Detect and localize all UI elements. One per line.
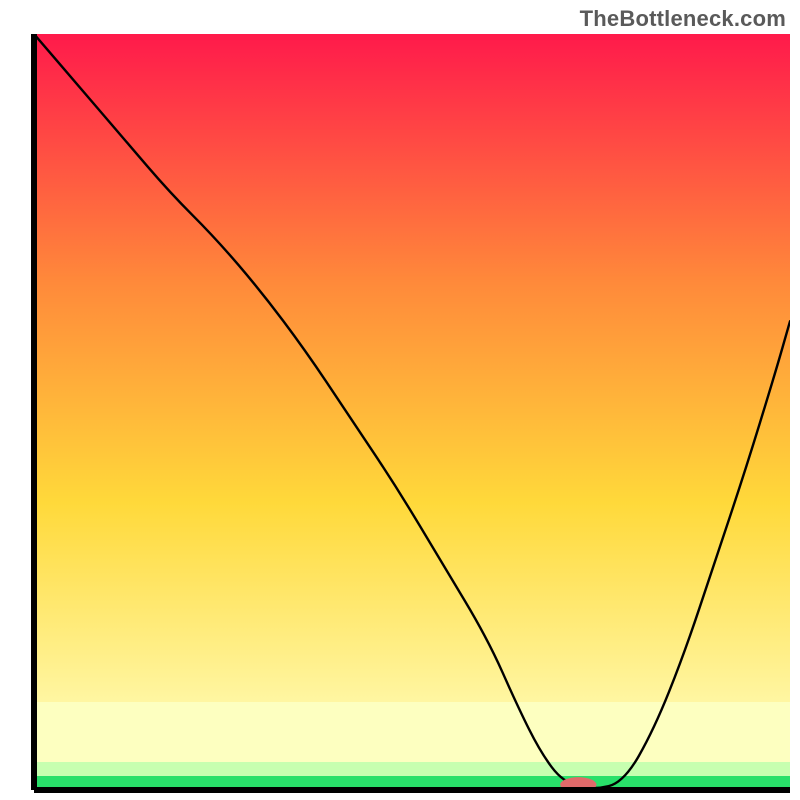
strip-pale <box>34 702 790 762</box>
strip-light-green <box>34 762 790 776</box>
bottleneck-chart <box>0 0 800 800</box>
watermark-text: TheBottleneck.com <box>580 6 786 32</box>
gradient-background <box>34 34 790 790</box>
chart-root: TheBottleneck.com <box>0 0 800 800</box>
